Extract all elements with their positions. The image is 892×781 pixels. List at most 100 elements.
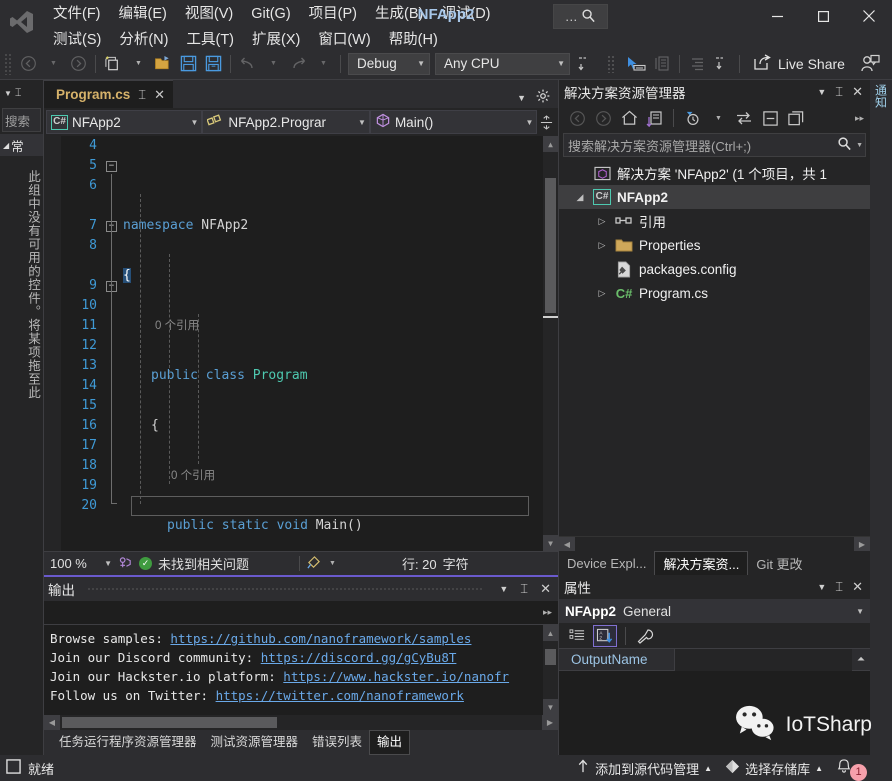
code-text[interactable]: namespace NFApp2 { 0 个引用 public class Pr… <box>123 136 543 551</box>
close-icon[interactable]: ✕ <box>537 581 554 597</box>
output-link[interactable]: https://www.hackster.io/nanofr <box>283 669 509 684</box>
toolbox-search-input[interactable]: 搜索 <box>2 108 41 132</box>
menu-window[interactable]: 窗口(W) <box>309 27 379 53</box>
live-share-button[interactable]: Live Share <box>745 52 853 76</box>
pin-icon[interactable]: ⌶ <box>138 87 146 103</box>
close-icon[interactable]: ✕ <box>850 579 865 595</box>
minimize-button[interactable] <box>754 0 800 32</box>
step-settings-button[interactable] <box>573 52 597 76</box>
indent-button[interactable] <box>685 52 709 76</box>
solution-configuration-combo[interactable]: Debug ▼ <box>348 52 430 75</box>
menu-tools[interactable]: 工具(T) <box>177 27 243 53</box>
outlining-margin[interactable]: − − − <box>101 136 123 551</box>
project-selector[interactable]: C# NFApp2 ▼ <box>46 110 203 134</box>
chevron-down-icon[interactable]: ▼ <box>4 89 12 98</box>
chevron-down-icon[interactable]: ▼ <box>815 87 828 97</box>
menu-test[interactable]: 测试(S) <box>44 27 110 53</box>
toolbar-grip[interactable] <box>4 52 13 75</box>
solution-tree[interactable]: 解决方案 'NFApp2' (1 个项目，共 1 ◢ C# NFApp2 ▷ 引… <box>559 160 870 536</box>
navigate-back-dropdown[interactable]: ▼ <box>41 52 65 76</box>
menu-debug[interactable]: 调试(D) <box>432 1 499 27</box>
undo-button[interactable] <box>236 52 260 76</box>
menu-analyze[interactable]: 分析(N) <box>110 27 177 53</box>
undo-dropdown[interactable]: ▼ <box>261 52 285 76</box>
scroll-left-arrow[interactable]: ◀ <box>559 536 575 552</box>
pin-icon[interactable]: ⌶ <box>15 87 22 100</box>
tab-output[interactable]: 输出 <box>369 730 411 755</box>
chevron-down-icon[interactable]: ▼ <box>853 142 863 149</box>
scroll-left-arrow[interactable]: ◀ <box>44 715 60 730</box>
start-debug-cursor-button[interactable] <box>623 52 649 76</box>
pending-changes-filter-button[interactable] <box>680 107 704 129</box>
pin-icon[interactable]: ⌶ <box>833 84 845 100</box>
notifications-tool-strip[interactable]: 通知 <box>870 80 892 755</box>
tree-item-solution[interactable]: 解决方案 'NFApp2' (1 个项目，共 1 <box>559 161 870 185</box>
overflow-chevron-icon[interactable]: ▸▸ <box>543 607 552 618</box>
intellicode-icon[interactable] <box>118 555 133 573</box>
tab-program-cs[interactable]: Program.cs ⌶ ✕ <box>44 80 174 108</box>
collapse-all-button[interactable] <box>758 107 782 129</box>
solution-explorer-search-input[interactable]: 搜索解决方案资源管理器(Ctrl+;) ▼ <box>563 133 866 157</box>
solution-explorer-horizontal-scrollbar[interactable]: ◀ ▶ <box>559 536 870 552</box>
output-vertical-scrollbar[interactable]: ▲ ▼ <box>543 625 558 715</box>
scroll-down-arrow[interactable]: ▼ <box>543 535 558 551</box>
output-link[interactable]: https://twitter.com/nanoframework <box>216 688 464 703</box>
code-cleanup-icon[interactable] <box>306 555 322 573</box>
scroll-up-arrow[interactable]: ▲ <box>543 625 558 641</box>
expander-icon[interactable]: ▷ <box>595 216 609 227</box>
zoom-level-combo[interactable]: 100 % ▼ <box>50 556 112 571</box>
show-all-files-button[interactable] <box>784 107 808 129</box>
codelens-reference[interactable]: 0 个引用 <box>123 466 543 486</box>
solution-platform-combo[interactable]: Any CPU ▼ <box>435 52 570 75</box>
scroll-right-arrow[interactable]: ▶ <box>854 536 870 552</box>
quick-launch-search[interactable]: ... <box>553 4 608 29</box>
scroll-down-arrow[interactable]: ▼ <box>543 699 558 715</box>
categorized-view-button[interactable] <box>565 625 589 647</box>
filter-dropdown[interactable]: ▼ <box>706 107 730 129</box>
menu-git[interactable]: Git(G) <box>242 1 299 27</box>
close-icon[interactable]: ✕ <box>154 87 165 103</box>
maximize-button[interactable] <box>800 0 846 32</box>
split-view-button[interactable] <box>537 114 556 130</box>
overflow-chevron-icon[interactable]: ▸▸ <box>855 113 864 124</box>
properties-grid[interactable]: OutputName ⏶ <box>559 649 870 755</box>
alphabetical-view-button[interactable]: A Z <box>593 624 617 647</box>
navigate-forward-button[interactable] <box>66 52 90 76</box>
close-icon[interactable]: ✕ <box>850 84 865 100</box>
new-project-dropdown[interactable]: ▼ <box>126 52 150 76</box>
sync-with-active-document-button[interactable] <box>732 107 756 129</box>
tab-git-changes[interactable]: Git 更改 <box>748 551 810 575</box>
editor-vertical-scrollbar[interactable]: ▲ ▼ <box>543 136 558 551</box>
account-button[interactable] <box>858 52 882 76</box>
menu-build[interactable]: 生成(B) <box>366 1 432 27</box>
tab-task-runner-explorer[interactable]: 任务运行程序资源管理器 <box>52 731 204 754</box>
save-button[interactable] <box>176 52 200 76</box>
new-project-button[interactable] <box>101 52 125 76</box>
save-all-button[interactable] <box>201 52 225 76</box>
navigate-back-button[interactable] <box>16 52 40 76</box>
tab-test-explorer[interactable]: 测试资源管理器 <box>204 731 306 754</box>
search-icon[interactable] <box>837 136 852 154</box>
chevron-down-icon[interactable]: ▼ <box>517 93 526 103</box>
member-selector[interactable]: Main() ▼ <box>369 110 538 134</box>
scroll-up-arrow[interactable]: ▲ <box>543 136 558 152</box>
scrollbar-thumb[interactable] <box>545 178 556 313</box>
chevron-down-icon[interactable]: ▼ <box>496 584 511 594</box>
expander-icon[interactable]: ◢ <box>573 192 587 203</box>
menu-bar[interactable]: 文件(F) 编辑(E) 视图(V) Git(G) 项目(P) 生成(B) 调试(… <box>44 0 514 53</box>
code-editor[interactable]: 4 5 6 7 8 9 10 11 12 13 14 15 16 17 18 1… <box>44 136 558 551</box>
step-into-button[interactable] <box>710 52 734 76</box>
back-button[interactable] <box>565 107 589 129</box>
property-value[interactable] <box>674 649 852 671</box>
tab-device-explorer[interactable]: Device Expl... <box>559 551 654 575</box>
menu-extensions[interactable]: 扩展(X) <box>243 27 309 53</box>
scrollbar-thumb[interactable] <box>545 649 556 665</box>
output-horizontal-scrollbar[interactable]: ◀ ▶ <box>44 715 558 730</box>
properties-object-selector[interactable]: NFApp2 General ▼ <box>559 599 870 623</box>
tree-item-references[interactable]: ▷ 引用 <box>559 209 870 233</box>
forward-button[interactable] <box>591 107 615 129</box>
codelens-reference[interactable]: 0 个引用 <box>123 316 543 336</box>
tab-error-list[interactable]: 错误列表 <box>305 731 369 754</box>
pin-icon[interactable]: ⌶ <box>517 581 531 597</box>
type-selector[interactable]: NFApp2.Prograr ▼ <box>202 110 370 134</box>
